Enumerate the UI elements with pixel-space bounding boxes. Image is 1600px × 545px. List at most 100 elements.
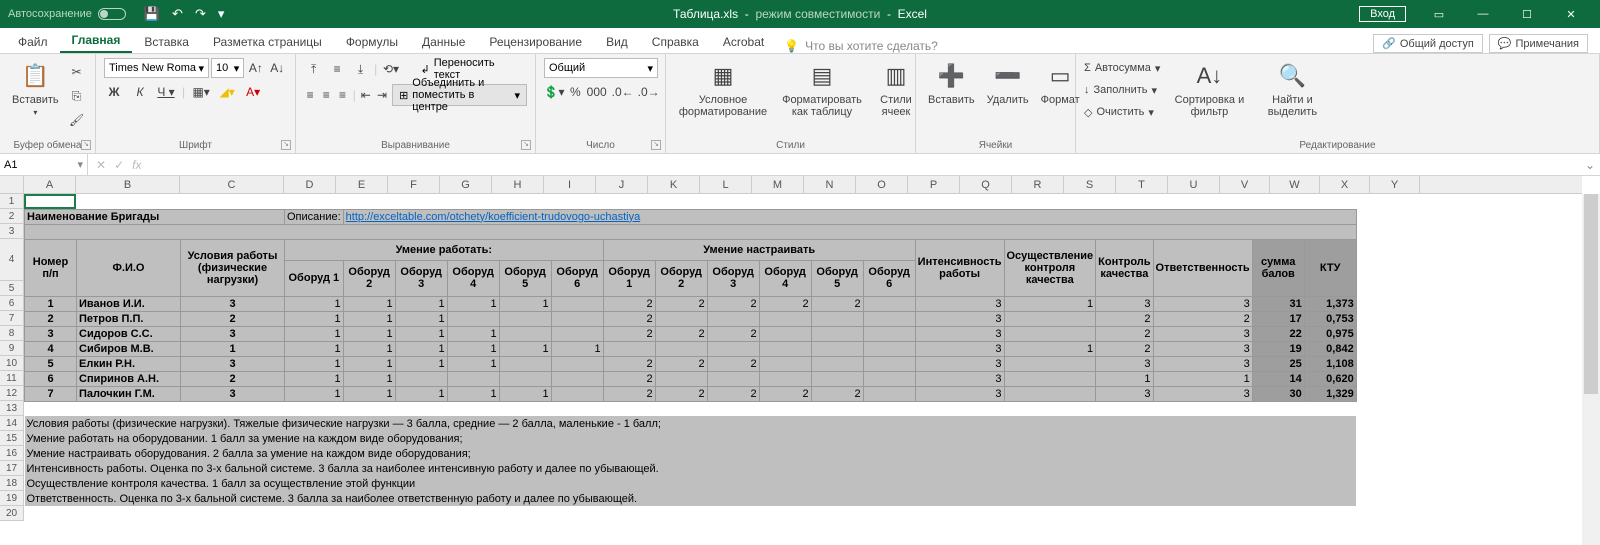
- tab-data[interactable]: Данные: [410, 31, 477, 53]
- column-header-A[interactable]: A: [24, 176, 76, 193]
- formula-input[interactable]: [149, 154, 1580, 175]
- column-header-K[interactable]: K: [648, 176, 700, 193]
- comma-style-icon[interactable]: 000: [587, 82, 607, 102]
- autosum-button[interactable]: Σ Автосумма ▾: [1084, 58, 1160, 78]
- column-header-H[interactable]: H: [492, 176, 544, 193]
- name-box[interactable]: A1▾: [0, 154, 88, 175]
- cancel-formula-icon[interactable]: ✕: [96, 158, 106, 172]
- redo-icon[interactable]: ↷: [195, 6, 206, 22]
- toggle-switch[interactable]: [98, 8, 126, 20]
- undo-icon[interactable]: ↶: [172, 6, 183, 22]
- column-header-E[interactable]: E: [336, 176, 388, 193]
- tab-insert[interactable]: Вставка: [132, 31, 201, 53]
- column-header-W[interactable]: W: [1270, 176, 1320, 193]
- login-button[interactable]: Вход: [1359, 6, 1406, 22]
- increase-decimal-icon[interactable]: .0←: [613, 82, 633, 102]
- tell-me-search[interactable]: 💡 Что вы хотите сделать?: [776, 39, 946, 53]
- tab-acrobat[interactable]: Acrobat: [711, 31, 776, 53]
- borders-button[interactable]: ▦▾: [191, 82, 211, 102]
- column-header-S[interactable]: S: [1064, 176, 1116, 193]
- number-format-select[interactable]: Общий▾: [544, 58, 658, 78]
- ribbon-display-icon[interactable]: ▭: [1418, 0, 1460, 28]
- autosave-toggle[interactable]: Автосохранение: [8, 8, 126, 20]
- decrease-font-icon[interactable]: A↓: [268, 58, 287, 78]
- column-header-B[interactable]: B: [76, 176, 180, 193]
- increase-font-icon[interactable]: A↑: [246, 58, 265, 78]
- delete-cells-button[interactable]: ➖Удалить: [983, 58, 1033, 108]
- fill-button[interactable]: ↓ Заполнить ▾: [1084, 80, 1160, 100]
- row-header-3[interactable]: 3: [0, 224, 23, 239]
- minimize-icon[interactable]: —: [1462, 0, 1504, 28]
- row-header-5[interactable]: 5: [0, 281, 23, 296]
- decrease-indent-icon[interactable]: ⇤: [360, 85, 372, 105]
- row-header-8[interactable]: 8: [0, 326, 23, 341]
- row-header-4[interactable]: 4: [0, 239, 23, 281]
- format-as-table-button[interactable]: ▤Форматировать как таблицу: [778, 58, 866, 120]
- column-header-P[interactable]: P: [908, 176, 960, 193]
- row-header-18[interactable]: 18: [0, 476, 23, 491]
- column-header-G[interactable]: G: [440, 176, 492, 193]
- row-header-17[interactable]: 17: [0, 461, 23, 476]
- number-dialog-launcher[interactable]: ↘: [651, 140, 661, 150]
- cell-styles-button[interactable]: ▥Стили ячеек: [872, 58, 920, 120]
- format-painter-icon[interactable]: 🖌: [67, 110, 87, 130]
- column-header-R[interactable]: R: [1012, 176, 1064, 193]
- row-header-9[interactable]: 9: [0, 341, 23, 356]
- alignment-dialog-launcher[interactable]: ↘: [521, 140, 531, 150]
- qat-customize-icon[interactable]: ▾: [218, 6, 225, 22]
- column-header-M[interactable]: M: [752, 176, 804, 193]
- column-header-N[interactable]: N: [804, 176, 856, 193]
- row-header-11[interactable]: 11: [0, 371, 23, 386]
- align-left-icon[interactable]: ≡: [304, 85, 316, 105]
- fx-icon[interactable]: fx: [132, 158, 141, 172]
- save-icon[interactable]: 💾: [144, 6, 160, 22]
- conditional-formatting-button[interactable]: ▦Условное форматирование: [674, 58, 772, 120]
- align-top-icon[interactable]: ⤒: [304, 59, 323, 79]
- row-header-20[interactable]: 20: [0, 506, 23, 521]
- sort-filter-button[interactable]: A↓Сортировка и фильтр: [1170, 58, 1248, 120]
- row-header-13[interactable]: 13: [0, 401, 23, 416]
- spreadsheet-grid[interactable]: ABCDEFGHIJKLMNOPQRSTUVWXY 12345678910111…: [0, 176, 1600, 545]
- row-header-14[interactable]: 14: [0, 416, 23, 431]
- tab-view[interactable]: Вид: [594, 31, 640, 53]
- orientation-icon[interactable]: ⟲▾: [381, 59, 400, 79]
- row-header-12[interactable]: 12: [0, 386, 23, 401]
- column-header-U[interactable]: U: [1168, 176, 1220, 193]
- vertical-scrollbar[interactable]: [1582, 194, 1600, 545]
- column-header-T[interactable]: T: [1116, 176, 1168, 193]
- row-header-19[interactable]: 19: [0, 491, 23, 506]
- font-name-select[interactable]: Times New Roma▾: [104, 58, 209, 78]
- close-icon[interactable]: ✕: [1550, 0, 1592, 28]
- row-header-7[interactable]: 7: [0, 311, 23, 326]
- row-header-16[interactable]: 16: [0, 446, 23, 461]
- font-color-button[interactable]: A▾: [243, 82, 263, 102]
- currency-icon[interactable]: 💲▾: [544, 82, 564, 102]
- column-header-I[interactable]: I: [544, 176, 596, 193]
- decrease-decimal-icon[interactable]: .0→: [639, 82, 659, 102]
- paste-button[interactable]: 📋 Вставить▾: [8, 58, 63, 119]
- share-button[interactable]: 🔗 Общий доступ: [1373, 34, 1483, 53]
- column-header-F[interactable]: F: [388, 176, 440, 193]
- column-header-Y[interactable]: Y: [1370, 176, 1420, 193]
- align-bottom-icon[interactable]: ⤓: [351, 59, 370, 79]
- percent-icon[interactable]: %: [570, 82, 581, 102]
- clipboard-dialog-launcher[interactable]: ↘: [81, 140, 91, 150]
- tab-file[interactable]: Файл: [6, 31, 60, 53]
- row-header-6[interactable]: 6: [0, 296, 23, 311]
- column-header-D[interactable]: D: [284, 176, 336, 193]
- tab-home[interactable]: Главная: [60, 29, 133, 53]
- row-header-15[interactable]: 15: [0, 431, 23, 446]
- row-header-2[interactable]: 2: [0, 209, 23, 224]
- fill-color-button[interactable]: ◢▾: [217, 82, 237, 102]
- copy-icon[interactable]: ⎘: [67, 86, 87, 106]
- column-header-V[interactable]: V: [1220, 176, 1270, 193]
- underline-button[interactable]: Ч ▾: [156, 82, 176, 102]
- column-header-C[interactable]: C: [180, 176, 284, 193]
- tab-layout[interactable]: Разметка страницы: [201, 31, 334, 53]
- column-header-Q[interactable]: Q: [960, 176, 1012, 193]
- enter-formula-icon[interactable]: ✓: [114, 158, 124, 172]
- maximize-icon[interactable]: ☐: [1506, 0, 1548, 28]
- cut-icon[interactable]: ✂: [67, 62, 87, 82]
- column-header-X[interactable]: X: [1320, 176, 1370, 193]
- expand-formula-bar-icon[interactable]: ⌄: [1580, 154, 1600, 175]
